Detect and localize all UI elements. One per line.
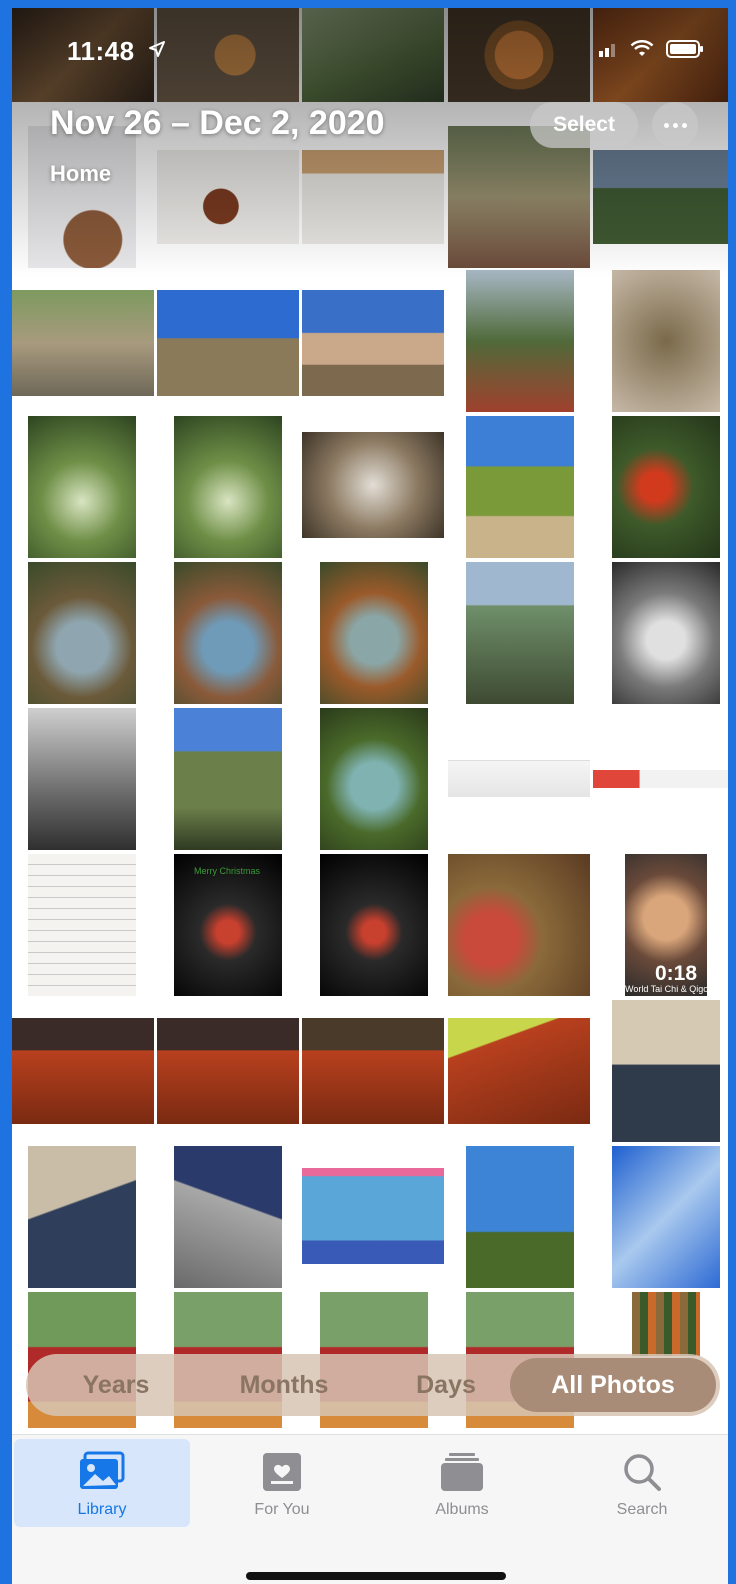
tab-bar: Library For You Albums Search	[12, 1434, 728, 1584]
photo-thumbnail[interactable]	[28, 1146, 136, 1288]
photo-thumbnail[interactable]	[320, 854, 428, 996]
cellular-signal-icon	[598, 41, 618, 62]
photo-thumbnail[interactable]	[612, 562, 720, 704]
tab-for-you[interactable]: For You	[194, 1439, 370, 1527]
status-bar: 11:48	[12, 8, 728, 88]
photos-app-screen: Merry Christmas 0:18 World Tai Chi & Qig…	[12, 8, 728, 1584]
video-caption: World Tai Chi & Qigong Day	[625, 984, 707, 994]
photo-thumbnail[interactable]	[466, 416, 574, 558]
tab-albums-label: Albums	[435, 1501, 489, 1518]
card-text: Merry Christmas	[194, 866, 261, 876]
tab-albums[interactable]: Albums	[374, 1439, 550, 1527]
for-you-icon	[257, 1451, 307, 1493]
segment-months[interactable]: Months	[198, 1354, 370, 1416]
photo-thumbnail[interactable]	[302, 1018, 444, 1124]
tab-library-label: Library	[77, 1501, 127, 1518]
photo-thumbnail[interactable]	[466, 1146, 574, 1288]
segment-all-photos[interactable]: All Photos	[510, 1354, 716, 1416]
document-photo-thumbnail[interactable]	[28, 854, 136, 996]
photo-thumbnail[interactable]	[466, 562, 574, 704]
photo-thumbnail[interactable]	[174, 708, 282, 850]
ellipsis-icon[interactable]	[652, 102, 698, 148]
photo-thumbnail[interactable]	[466, 270, 574, 412]
photo-thumbnail[interactable]	[28, 562, 136, 704]
status-time: 11:48	[67, 36, 135, 66]
photo-library-icon	[77, 1451, 127, 1493]
photo-thumbnail[interactable]	[28, 708, 136, 850]
photo-thumbnail[interactable]	[612, 270, 720, 412]
page-title: Nov 26 – Dec 2, 2020	[50, 104, 385, 142]
photo-thumbnail[interactable]	[320, 562, 428, 704]
photo-thumbnail[interactable]	[28, 416, 136, 558]
weather-screenshot-thumbnail[interactable]	[302, 1168, 444, 1264]
photo-thumbnail[interactable]	[302, 290, 444, 396]
photo-thumbnail[interactable]	[320, 708, 428, 850]
photo-thumbnail[interactable]	[612, 416, 720, 558]
battery-icon	[666, 40, 704, 63]
segment-days[interactable]: Days	[360, 1354, 532, 1416]
photo-thumbnail[interactable]	[174, 416, 282, 558]
photo-thumbnail[interactable]	[632, 1292, 700, 1356]
photo-thumbnail[interactable]	[157, 290, 299, 396]
photo-thumbnail[interactable]	[157, 1018, 299, 1124]
photo-thumbnail[interactable]	[448, 1018, 590, 1124]
location-subtitle[interactable]: Home	[50, 161, 111, 187]
select-button[interactable]: Select	[530, 102, 638, 148]
wifi-icon	[630, 39, 654, 63]
photo-thumbnail[interactable]	[612, 1146, 720, 1288]
photo-thumbnail[interactable]	[448, 854, 590, 996]
photo-thumbnail[interactable]	[174, 562, 282, 704]
christmas-card-thumbnail[interactable]: Merry Christmas	[174, 854, 282, 996]
home-indicator[interactable]	[246, 1572, 506, 1580]
tab-for-you-label: For You	[254, 1501, 310, 1518]
photo-thumbnail[interactable]	[612, 1000, 720, 1142]
tab-library[interactable]: Library	[14, 1439, 190, 1527]
tab-search[interactable]: Search	[554, 1439, 728, 1527]
video-thumbnail[interactable]: 0:18 World Tai Chi & Qigong Day	[625, 854, 707, 996]
search-icon	[617, 1451, 667, 1493]
screenshot-thumbnail[interactable]	[448, 760, 590, 797]
photo-thumbnail[interactable]	[302, 432, 444, 538]
screenshot-thumbnail[interactable]	[593, 770, 728, 788]
tab-search-label: Search	[616, 1501, 668, 1518]
location-arrow-icon	[148, 40, 166, 63]
segment-years[interactable]: Years	[26, 1354, 206, 1416]
photo-thumbnail[interactable]	[12, 1018, 154, 1124]
video-duration: 0:18	[655, 962, 698, 985]
photo-thumbnail[interactable]	[174, 1146, 282, 1288]
albums-icon	[437, 1451, 487, 1493]
view-segmented-control[interactable]: Years Months Days All Photos	[26, 1354, 720, 1416]
photo-thumbnail[interactable]	[12, 290, 154, 396]
